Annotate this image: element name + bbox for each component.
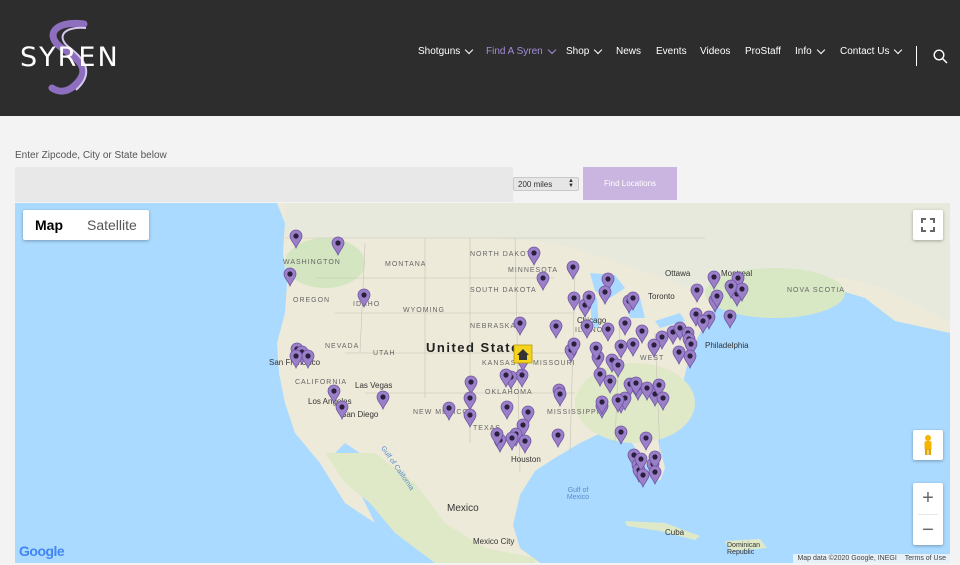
location-marker[interactable] bbox=[331, 236, 345, 257]
location-marker[interactable] bbox=[639, 431, 653, 452]
nav-news[interactable]: News bbox=[616, 46, 641, 57]
marker-layer bbox=[283, 229, 749, 489]
nav-contact-us[interactable]: Contact Us bbox=[840, 45, 903, 57]
chevron-down-icon bbox=[894, 45, 903, 55]
zoom-control: + − bbox=[913, 483, 943, 545]
location-marker[interactable] bbox=[463, 408, 477, 429]
location-marker[interactable] bbox=[598, 285, 612, 306]
location-marker[interactable] bbox=[696, 314, 710, 335]
nav-shotguns[interactable]: Shotguns bbox=[418, 45, 474, 57]
location-marker[interactable] bbox=[656, 391, 670, 412]
chevron-down-icon bbox=[816, 45, 825, 55]
dealer-map[interactable]: WASHINGTON MONTANA NORTH DAKOTA MINNESOT… bbox=[15, 203, 950, 563]
location-marker[interactable] bbox=[505, 431, 519, 452]
location-marker[interactable] bbox=[283, 267, 297, 288]
nav-divider bbox=[916, 46, 917, 66]
location-marker[interactable] bbox=[464, 375, 478, 396]
location-marker[interactable] bbox=[553, 387, 567, 408]
location-marker[interactable] bbox=[567, 291, 581, 312]
location-marker[interactable] bbox=[626, 337, 640, 358]
location-marker[interactable] bbox=[551, 428, 565, 449]
nav-find-a-syren[interactable]: Find A Syren bbox=[486, 45, 556, 57]
location-marker[interactable] bbox=[442, 401, 456, 422]
terms-link[interactable]: Terms of Use bbox=[905, 555, 946, 562]
nav-info[interactable]: Info bbox=[795, 45, 825, 57]
locator-section: Enter Zipcode, City or State below 200 m… bbox=[0, 116, 960, 565]
location-marker[interactable] bbox=[566, 260, 580, 281]
location-marker[interactable] bbox=[515, 368, 529, 389]
location-marker[interactable] bbox=[376, 390, 390, 411]
locator-prompt: Enter Zipcode, City or State below bbox=[15, 150, 167, 161]
location-marker[interactable] bbox=[327, 384, 341, 405]
location-marker[interactable] bbox=[647, 338, 661, 359]
pegman-icon bbox=[924, 435, 932, 455]
location-marker[interactable] bbox=[648, 465, 662, 486]
location-marker[interactable] bbox=[636, 468, 650, 489]
location-marker[interactable] bbox=[614, 425, 628, 446]
map-attribution: Map data ©2020 Google, INEGI Terms of Us… bbox=[793, 554, 950, 563]
location-marker[interactable] bbox=[611, 358, 625, 379]
location-marker[interactable] bbox=[549, 319, 563, 340]
chevron-down-icon bbox=[465, 45, 474, 55]
location-marker[interactable] bbox=[289, 349, 303, 370]
location-marker[interactable] bbox=[289, 229, 303, 250]
location-marker[interactable] bbox=[518, 434, 532, 455]
nav-prostaff[interactable]: ProStaff bbox=[745, 46, 781, 57]
location-marker[interactable] bbox=[618, 316, 632, 337]
zoom-in-button[interactable]: + bbox=[913, 483, 943, 514]
location-marker[interactable] bbox=[536, 271, 550, 292]
site-header: SYREN Shotguns Find A Syren Shop News Ev… bbox=[0, 0, 960, 116]
nav-events[interactable]: Events bbox=[656, 46, 687, 57]
google-logo-text: Google bbox=[19, 543, 65, 559]
syren-logo[interactable]: SYREN bbox=[14, 18, 134, 98]
location-marker[interactable] bbox=[463, 391, 477, 412]
location-marker[interactable] bbox=[690, 283, 704, 304]
zoom-out-button[interactable]: − bbox=[913, 515, 943, 546]
location-marker[interactable] bbox=[357, 288, 371, 309]
nav-videos[interactable]: Videos bbox=[700, 46, 730, 57]
location-marker[interactable] bbox=[614, 339, 628, 360]
location-marker[interactable] bbox=[707, 270, 721, 291]
location-marker[interactable] bbox=[603, 374, 617, 395]
radius-value: 200 miles bbox=[518, 179, 553, 189]
map-type-map[interactable]: Map bbox=[23, 210, 75, 240]
home-marker-icon[interactable] bbox=[513, 344, 533, 364]
logo-text: SYREN bbox=[20, 42, 120, 73]
nav-shop[interactable]: Shop bbox=[566, 45, 603, 57]
location-marker[interactable] bbox=[500, 400, 514, 421]
search-icon[interactable] bbox=[933, 49, 948, 64]
find-locations-button[interactable]: Find Locations bbox=[583, 167, 677, 200]
location-marker[interactable] bbox=[335, 400, 349, 421]
location-marker[interactable] bbox=[580, 319, 594, 340]
location-marker[interactable] bbox=[672, 345, 686, 366]
location-marker[interactable] bbox=[601, 322, 615, 343]
chevron-down-icon bbox=[547, 45, 556, 55]
chevron-down-icon bbox=[594, 45, 603, 55]
location-marker[interactable] bbox=[527, 246, 541, 267]
map-type-toggle: Map Satellite bbox=[23, 210, 149, 240]
select-arrows-icon: ▲ ▼ bbox=[568, 178, 574, 189]
location-marker[interactable] bbox=[683, 349, 697, 370]
fullscreen-button[interactable] bbox=[913, 210, 943, 240]
google-logo[interactable]: Google bbox=[19, 543, 65, 559]
location-marker[interactable] bbox=[723, 309, 737, 330]
location-marker[interactable] bbox=[513, 316, 527, 337]
location-search-input[interactable] bbox=[15, 167, 513, 202]
street-view-button[interactable] bbox=[913, 430, 943, 460]
fullscreen-icon bbox=[921, 218, 935, 232]
radius-select[interactable]: 200 miles ▲ ▼ bbox=[513, 177, 579, 191]
attribution-text: Map data ©2020 Google, INEGI bbox=[797, 555, 897, 562]
location-marker[interactable] bbox=[301, 349, 315, 370]
map-type-satellite[interactable]: Satellite bbox=[75, 210, 149, 240]
